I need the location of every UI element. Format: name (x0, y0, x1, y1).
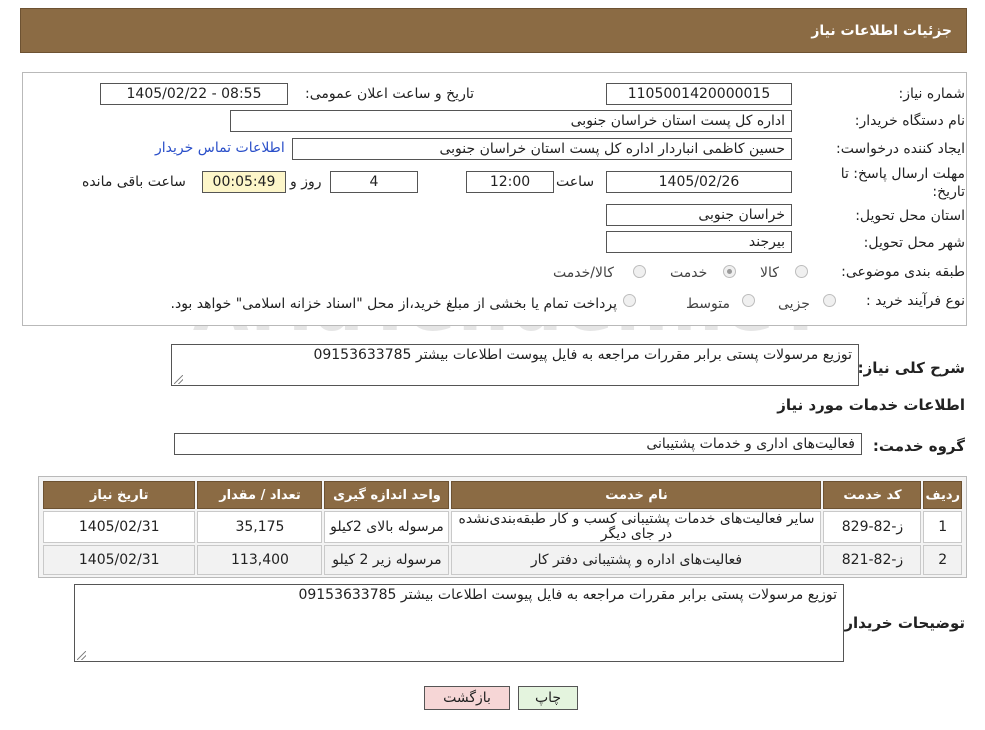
category-goods-label: کالا (760, 265, 779, 281)
category-radio-service[interactable] (723, 265, 736, 278)
process-radio-medium[interactable] (742, 294, 755, 307)
process-radio-minor[interactable] (823, 294, 836, 307)
buyer-name-field: اداره کل پست استان خراسان جنوبی (230, 110, 792, 132)
col-row-number: ردیف (923, 481, 962, 509)
page-header: جزئیات اطلاعات نیاز (20, 8, 967, 53)
print-button[interactable]: چاپ (518, 686, 578, 710)
process-type-label: نوع فرآیند خرید : (866, 293, 965, 309)
cell-service-name: فعالیت‌های اداره و پشتیبانی دفتر کار (451, 545, 822, 575)
summary-textarea[interactable]: توزیع مرسولات پستی برابر مقررات مراجعه ب… (171, 344, 859, 386)
category-service-label: خدمت (670, 265, 708, 281)
buyer-notes-label: توضیحات خریدار: (838, 614, 965, 632)
cell-row-number: 1 (923, 511, 962, 543)
delivery-city-field: بیرجند (606, 231, 792, 253)
services-section-title: اطلاعات خدمات مورد نیاز (777, 396, 965, 414)
col-quantity: تعداد / مقدار (197, 481, 323, 509)
need-number-field: 1105001420000015 (606, 83, 792, 105)
col-service-name: نام خدمت (451, 481, 822, 509)
table-row: 2 ز-82-821 فعالیت‌های اداره و پشتیبانی د… (43, 545, 962, 575)
delivery-city-label: شهر محل تحویل: (863, 235, 965, 251)
announce-date-label: تاریخ و ساعت اعلان عمومی: (305, 86, 474, 102)
creator-label: ایجاد کننده درخواست: (836, 141, 965, 157)
buyer-notes-textarea[interactable]: توزیع مرسولات پستی برابر مقررات مراجعه ب… (74, 584, 844, 662)
cell-quantity: 35,175 (197, 511, 323, 543)
cell-quantity: 113,400 (197, 545, 323, 575)
cell-need-date: 1405/02/31 (43, 545, 196, 575)
category-radio-goods[interactable] (795, 265, 808, 278)
cell-service-code: ز-82-829 (823, 511, 922, 543)
buyer-notes-text: توزیع مرسولات پستی برابر مقررات مراجعه ب… (298, 587, 837, 603)
payment-note-text: پرداخت تمام یا بخشی از مبلغ خرید،از محل … (170, 296, 617, 312)
service-group-field: فعالیت‌های اداری و خدمات پشتیبانی (174, 433, 862, 455)
delivery-province-label: استان محل تحویل: (855, 208, 965, 224)
process-minor-label: جزیی (778, 296, 810, 312)
category-goods-service-label: کالا/خدمت (553, 265, 614, 281)
resize-grip-icon[interactable] (77, 651, 86, 660)
delivery-province-field: خراسان جنوبی (606, 204, 792, 226)
process-medium-label: متوسط (686, 296, 730, 312)
cell-service-name: سایر فعالیت‌های خدمات پشتیبانی کسب و کار… (451, 511, 822, 543)
cell-service-code: ز-82-821 (823, 545, 922, 575)
category-label: طبقه بندی موضوعی: (841, 264, 965, 280)
col-service-code: کد خدمت (823, 481, 922, 509)
creator-field: حسین کاظمی انباردار اداره کل پست استان خ… (292, 138, 792, 160)
deadline-time-label: ساعت (556, 174, 595, 190)
col-unit: واحد اندازه گیری (324, 481, 450, 509)
services-table-wrapper: ردیف کد خدمت نام خدمت واحد اندازه گیری ت… (38, 476, 967, 578)
services-table: ردیف کد خدمت نام خدمت واحد اندازه گیری ت… (41, 479, 964, 577)
category-radio-goods-service[interactable] (633, 265, 646, 278)
table-header-row: ردیف کد خدمت نام خدمت واحد اندازه گیری ت… (43, 481, 962, 509)
cell-row-number: 2 (923, 545, 962, 575)
summary-label: شرح کلی نیاز: (857, 359, 965, 377)
back-button[interactable]: بازگشت (424, 686, 510, 710)
announce-date-field: 1405/02/22 - 08:55 (100, 83, 288, 105)
cell-unit: مرسوله زیر 2 کیلو (324, 545, 450, 575)
need-number-label: شماره نیاز: (898, 86, 966, 102)
service-group-label: گروه خدمت: (872, 437, 965, 455)
page-title: جزئیات اطلاعات نیاز (811, 22, 952, 39)
summary-text: توزیع مرسولات پستی برابر مقررات مراجعه ب… (313, 347, 852, 363)
days-remaining-field: 4 (330, 171, 418, 193)
resize-grip-icon[interactable] (174, 375, 183, 384)
days-label: روز و (290, 174, 322, 190)
remaining-time-label: ساعت باقی مانده (82, 174, 186, 190)
buyer-contact-link[interactable]: اطلاعات تماس خریدار (155, 140, 285, 156)
payment-note-checkbox[interactable] (623, 294, 636, 307)
col-need-date: تاریخ نیاز (43, 481, 196, 509)
remaining-time-field: 00:05:49 (202, 171, 286, 193)
deadline-time-field: 12:00 (466, 171, 554, 193)
deadline-label: مهلت ارسال پاسخ: تا تاریخ: (840, 166, 965, 200)
table-row: 1 ز-82-829 سایر فعالیت‌های خدمات پشتیبان… (43, 511, 962, 543)
cell-unit: مرسوله بالای 2کیلو (324, 511, 450, 543)
deadline-date-field: 1405/02/26 (606, 171, 792, 193)
cell-need-date: 1405/02/31 (43, 511, 196, 543)
buyer-name-label: نام دستگاه خریدار: (854, 113, 965, 129)
